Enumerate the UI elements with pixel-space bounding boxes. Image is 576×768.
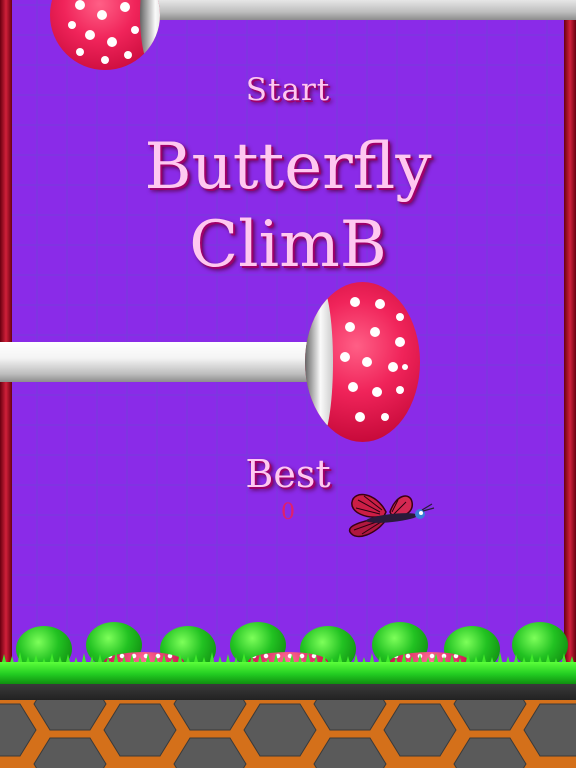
game-screen[interactable]: Start Butterfly ClimB Best 0	[0, 0, 576, 768]
middle-pole	[0, 342, 330, 382]
game-title-line1: Butterfly	[144, 130, 432, 204]
top-pole	[150, 0, 576, 20]
top-mushroom-icon	[50, 0, 160, 70]
game-title-line2: ClimB	[189, 208, 387, 282]
best-score-label: Best	[245, 452, 331, 496]
grass-strip	[0, 662, 576, 684]
middle-mushroom-icon	[305, 282, 420, 442]
start-button[interactable]: Start	[0, 72, 576, 108]
butterfly-icon	[348, 493, 435, 538]
hex-stone-ground	[0, 700, 576, 768]
best-score-value: 0	[281, 500, 295, 525]
